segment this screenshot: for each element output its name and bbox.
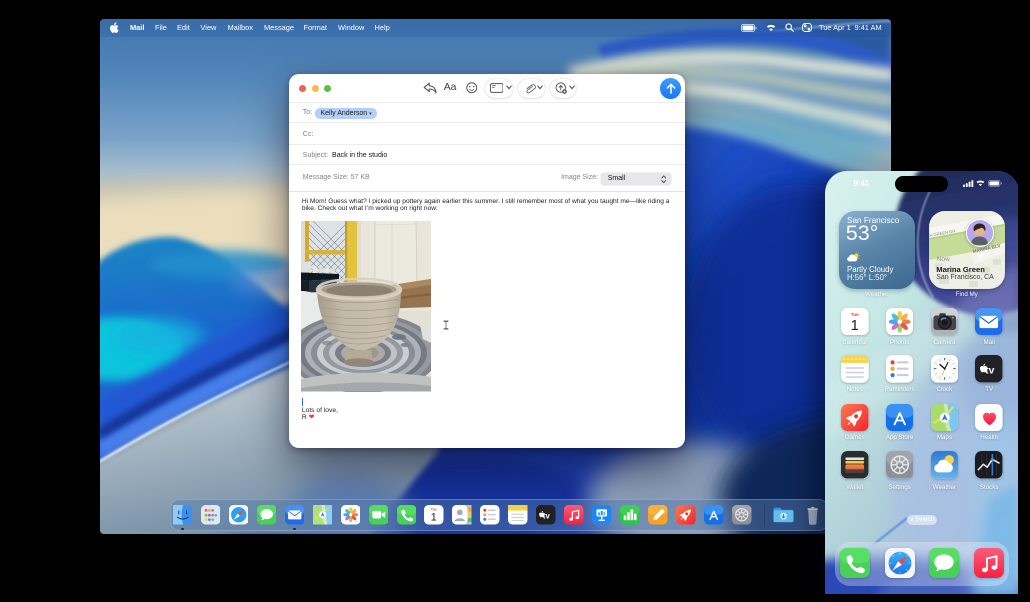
svg-text:Tue: Tue	[851, 312, 859, 317]
svg-text:tv: tv	[986, 366, 995, 377]
svg-text:1: 1	[851, 318, 859, 334]
svg-text:1: 1	[431, 512, 437, 524]
